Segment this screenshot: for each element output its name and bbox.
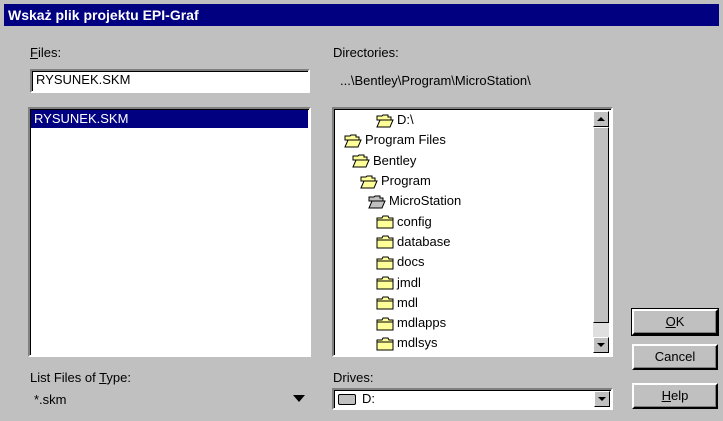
- folder-open-icon: [376, 110, 397, 130]
- directory-item[interactable]: jmdl: [338, 272, 591, 292]
- current-path: ...\Bentley\Program\MicroStation\: [340, 73, 531, 88]
- ok-button[interactable]: OK: [631, 308, 719, 336]
- directory-item-label: docs: [397, 254, 425, 270]
- cancel-button[interactable]: Cancel: [632, 344, 718, 370]
- drives-dropdown-button[interactable]: [594, 391, 610, 407]
- directory-item-label: database: [397, 233, 451, 249]
- file-type-value: *.skm: [34, 392, 67, 407]
- file-type-label: List Files of Type:: [30, 370, 131, 385]
- folder-open-icon: [368, 191, 389, 211]
- folder-closed-icon: [376, 333, 397, 353]
- directory-item-label: config: [397, 213, 432, 229]
- folder-closed-icon: [376, 293, 397, 313]
- directory-item-label: Bentley: [373, 152, 417, 168]
- chevron-down-icon: [598, 397, 606, 401]
- directory-item[interactable]: mdlapps: [338, 313, 591, 333]
- directory-item-label: mdlsys: [397, 335, 438, 351]
- folder-closed-icon: [376, 273, 397, 293]
- open-file-dialog: Wskaż plik projektu EPI-Graf Files: RYSU…: [0, 0, 723, 421]
- directory-item[interactable]: database: [338, 232, 591, 252]
- file-type-dropdown[interactable]: *.skm: [28, 388, 311, 410]
- file-name-input[interactable]: RYSUNEK.SKM: [30, 69, 310, 93]
- folder-open-icon: [360, 171, 381, 191]
- arrow-up-icon: [597, 117, 605, 121]
- directory-item[interactable]: Program Files: [338, 130, 591, 150]
- directory-item-label: Program Files: [365, 132, 446, 148]
- directory-item[interactable]: Bentley: [338, 151, 591, 171]
- drive-icon: [338, 394, 356, 405]
- directory-item[interactable]: Program: [338, 171, 591, 191]
- folder-open-icon: [352, 151, 373, 171]
- directory-item[interactable]: mdl: [338, 293, 591, 313]
- drives-label: Drives:: [333, 370, 374, 385]
- folder-closed-icon: [376, 252, 397, 272]
- directory-item[interactable]: D:\: [338, 110, 591, 130]
- scroll-thumb[interactable]: [593, 127, 609, 323]
- directory-item[interactable]: docs: [338, 252, 591, 272]
- folder-open-icon: [344, 130, 365, 150]
- scroll-down-button[interactable]: [593, 337, 609, 353]
- drives-dropdown[interactable]: D:: [332, 388, 613, 410]
- directories-list[interactable]: D:\ Program Files Bentley Program MicroStati…: [332, 107, 613, 357]
- window-title: Wskaż plik projektu EPI-Graf: [4, 4, 719, 26]
- help-button[interactable]: Help: [632, 383, 718, 409]
- folder-closed-icon: [376, 212, 397, 232]
- directory-item[interactable]: mdlsys: [338, 333, 591, 353]
- directories-label: Directories:: [333, 45, 399, 60]
- directory-item-label: D:\: [397, 112, 414, 128]
- directory-item-label: mdlapps: [397, 315, 447, 331]
- directory-item[interactable]: MicroStation: [338, 191, 591, 211]
- directory-item[interactable]: config: [338, 211, 591, 231]
- directory-item-label: MicroStation: [389, 193, 462, 209]
- directory-item-label: jmdl: [397, 274, 421, 290]
- dropdown-arrow-icon[interactable]: [293, 395, 305, 402]
- directories-scrollbar[interactable]: [593, 111, 609, 353]
- arrow-down-icon: [597, 343, 605, 347]
- files-list[interactable]: RYSUNEK.SKM: [28, 107, 311, 357]
- directory-item-label: mdl: [397, 294, 418, 310]
- folder-closed-icon: [376, 232, 397, 252]
- files-label: Files:: [30, 45, 62, 60]
- scroll-up-button[interactable]: [593, 111, 609, 127]
- drive-value: D:: [362, 391, 375, 406]
- folder-closed-icon: [376, 313, 397, 333]
- directory-item-label: Program: [381, 173, 431, 189]
- file-list-item[interactable]: RYSUNEK.SKM: [31, 110, 308, 128]
